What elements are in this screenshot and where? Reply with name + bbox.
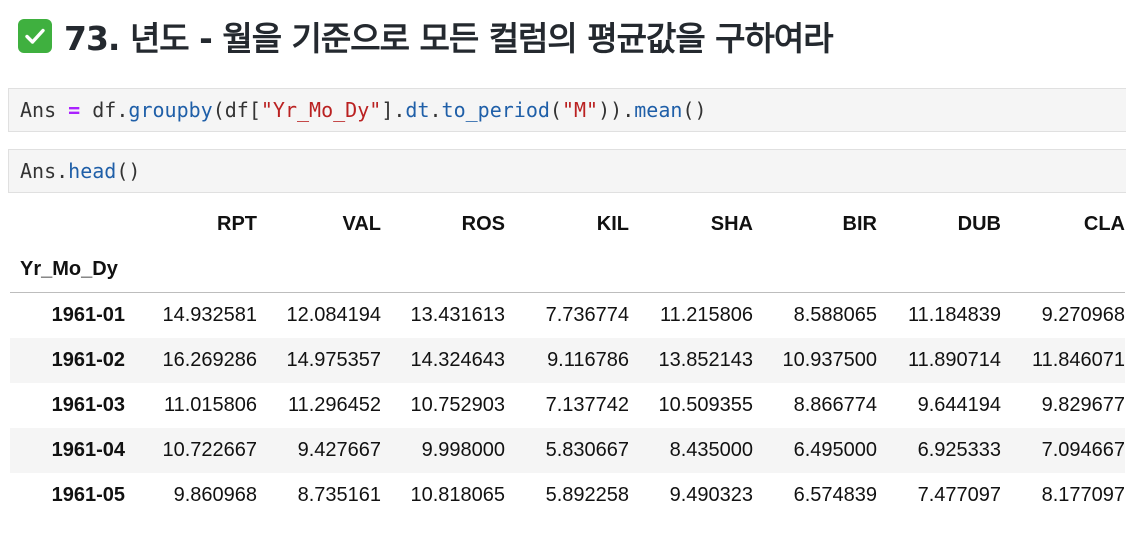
table-cell: 6.925333 (917, 439, 1001, 461)
table-cell: 8.866774 (793, 394, 877, 416)
table-cell: 8.435000 (669, 439, 753, 461)
table-cell: 14.932581 (133, 292, 257, 338)
code-token: Ans (20, 159, 57, 183)
code-token: dt (405, 98, 430, 122)
column-header: ROS (461, 213, 505, 235)
table-cell: 11.215806 (629, 292, 753, 338)
column-header: VAL (342, 213, 381, 235)
table-cell: 8.735161 (297, 484, 381, 506)
table-cell: 10.937500 (782, 349, 877, 371)
row-index: 1961-05 (51, 484, 125, 506)
table-cell: 10.509355 (658, 394, 753, 416)
table-cell: 11.890714 (907, 349, 1001, 371)
column-header: CLA (1083, 213, 1125, 235)
index-name-row: Yr_Mo_Dy (10, 247, 1125, 293)
code-token: ]. (381, 98, 406, 122)
code-token: df (224, 98, 249, 122)
table-cell: 11.846071 (1031, 349, 1125, 371)
table-cell: 10.818065 (410, 484, 505, 506)
row-index: 1961-03 (51, 394, 125, 416)
table-cell: 16.269286 (162, 349, 257, 371)
code-token: . (622, 98, 635, 122)
column-header-row: RPT VAL ROS KIL SHA BIR DUB CLA (10, 202, 1125, 247)
table-cell: 8.588065 (753, 292, 877, 338)
code-token: "M" (561, 98, 599, 122)
code-token: . (429, 98, 442, 122)
column-header: BIR (842, 213, 877, 235)
table-cell: 11.184839 (877, 292, 1001, 338)
table-row: 1961-02 16.269286 14.975357 14.324643 9.… (10, 338, 1125, 383)
column-header: DUB (957, 213, 1001, 235)
code-token: head (68, 159, 117, 183)
code-token: df (92, 98, 117, 122)
table-cell: 6.574839 (793, 484, 877, 506)
table-cell: 6.495000 (793, 439, 877, 461)
code-token: = (68, 98, 81, 122)
code-token: () (682, 98, 707, 122)
table-cell: 9.270968 (1001, 292, 1125, 338)
table-row: 1961-05 9.860968 8.735161 10.818065 5.89… (10, 473, 1125, 518)
column-header: RPT (217, 213, 257, 235)
code-token: groupby (128, 98, 213, 122)
code-token: to_period (441, 98, 550, 122)
code-token: Ans (20, 98, 57, 122)
table-cell: 9.860968 (173, 484, 257, 506)
table-cell: 14.975357 (286, 349, 381, 371)
code-token: ( (549, 98, 562, 122)
code-token: ( (212, 98, 225, 122)
table-cell: 7.137742 (545, 394, 629, 416)
row-index: 1961-02 (51, 349, 125, 371)
header-blank (10, 202, 133, 247)
table-cell: 9.490323 (669, 484, 753, 506)
code-token: . (116, 98, 129, 122)
index-name: Yr_Mo_Dy (20, 258, 118, 280)
table-cell: 9.644194 (917, 394, 1001, 416)
dataframe-output: RPT VAL ROS KIL SHA BIR DUB CLA Yr_Mo_Dy… (10, 202, 1125, 518)
row-index: 1961-01 (10, 292, 133, 338)
table-cell: 8.177097 (1041, 484, 1125, 506)
table-cell: 11.015806 (163, 394, 257, 416)
table-cell: 5.892258 (545, 484, 629, 506)
code-token: mean (634, 98, 683, 122)
table-cell: 13.852143 (658, 349, 753, 371)
table-cell: 9.829677 (1041, 394, 1125, 416)
code-token: )) (598, 98, 623, 122)
table-cell: 12.084194 (257, 292, 381, 338)
table-cell: 10.752903 (410, 394, 505, 416)
table-row: 1961-01 14.932581 12.084194 13.431613 7.… (10, 292, 1125, 338)
code-token: "Yr_Mo_Dy" (260, 98, 382, 122)
table-row: 1961-03 11.015806 11.296452 10.752903 7.… (10, 383, 1125, 428)
table-row: 1961-04 10.722667 9.427667 9.998000 5.83… (10, 428, 1125, 473)
table-cell: 11.296452 (287, 394, 381, 416)
column-header: SHA (710, 213, 753, 235)
table-cell: 14.324643 (410, 349, 505, 371)
check-mark-button-icon (18, 19, 52, 53)
section-heading: 73. 년도 - 월을 기준으로 모든 컬럼의 평균값을 구하여라 (18, 12, 834, 60)
code-token: () (116, 159, 141, 183)
code-token: . (56, 159, 69, 183)
table-cell: 7.736774 (505, 292, 629, 338)
code-cell-groupby[interactable]: Ans = df. groupby(df["Yr_Mo_Dy"]. dt. to_pe… (8, 88, 1126, 132)
table-cell: 7.477097 (917, 484, 1001, 506)
table-cell: 7.094667 (1041, 439, 1125, 461)
heading-text: 73. 년도 - 월을 기준으로 모든 컬럼의 평균값을 구하여라 (64, 19, 834, 58)
code-token: [ (248, 98, 261, 122)
code-cell-head[interactable]: Ans. head() (8, 149, 1126, 193)
row-index: 1961-04 (51, 439, 125, 461)
column-header: KIL (596, 213, 629, 235)
table-cell: 9.998000 (421, 439, 505, 461)
table-cell: 10.722667 (162, 439, 257, 461)
table-cell: 13.431613 (381, 292, 505, 338)
table-cell: 9.116786 (547, 349, 629, 371)
table-cell: 5.830667 (545, 439, 629, 461)
table-cell: 9.427667 (297, 439, 381, 461)
